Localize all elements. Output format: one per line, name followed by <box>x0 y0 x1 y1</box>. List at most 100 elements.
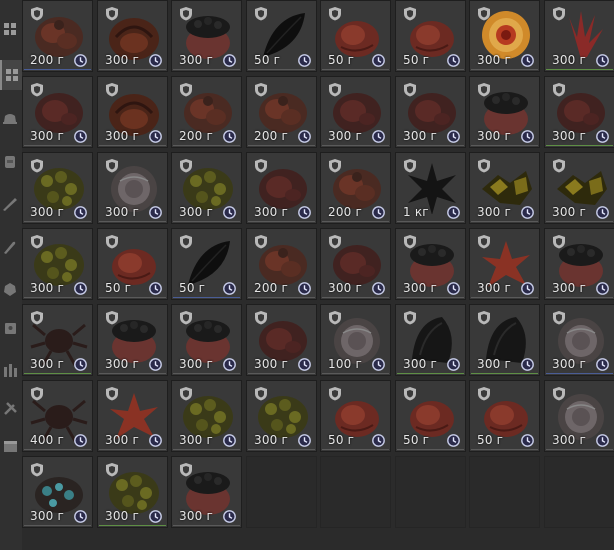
inventory-item[interactable]: 300 г <box>469 152 540 224</box>
rarity-line <box>24 297 91 298</box>
inventory-item[interactable]: 100 г <box>320 304 391 376</box>
inventory-item[interactable]: 300 г <box>320 76 391 148</box>
empty-slot[interactable] <box>544 456 614 528</box>
inventory-item[interactable]: 200 г <box>22 0 93 72</box>
inventory-item[interactable]: 300 г <box>544 0 614 72</box>
inventory-item[interactable]: 300 г <box>97 304 168 376</box>
inventory-item[interactable]: 200 г <box>246 228 317 300</box>
sidebar-category-4[interactable] <box>0 146 20 176</box>
rarity-line <box>546 221 613 222</box>
inventory-item[interactable]: 300 г <box>469 304 540 376</box>
shield-icon <box>329 235 341 249</box>
inventory-item[interactable]: 400 г <box>22 380 93 452</box>
backpack-icon <box>5 156 15 168</box>
sidebar-category-6[interactable] <box>0 232 20 262</box>
inventory-item[interactable]: 300 г <box>171 456 242 528</box>
item-weight: 300 г <box>477 281 512 295</box>
inventory-item[interactable]: 300 г <box>544 152 614 224</box>
sidebar-category-9[interactable] <box>0 355 20 385</box>
inventory-item[interactable]: 200 г <box>246 76 317 148</box>
inventory-item[interactable]: 300 г <box>469 0 540 72</box>
rarity-line <box>248 297 315 298</box>
inventory-item[interactable]: 300 г <box>246 380 317 452</box>
inventory-item[interactable]: 300 г <box>22 228 93 300</box>
inventory-item[interactable]: 50 г <box>395 380 466 452</box>
sidebar-category-2[interactable] <box>0 60 22 90</box>
inventory-item[interactable]: 300 г <box>544 76 614 148</box>
inventory-item[interactable]: 300 г <box>395 228 466 300</box>
inventory-item[interactable]: 300 г <box>395 304 466 376</box>
clock-icon <box>74 54 87 67</box>
clock-icon <box>521 206 534 219</box>
shield-icon <box>478 83 490 97</box>
rarity-line <box>24 525 91 526</box>
inventory-item[interactable]: 300 г <box>246 304 317 376</box>
sidebar-category-8[interactable] <box>0 312 20 342</box>
inventory-item[interactable]: 50 г <box>395 0 466 72</box>
inventory-item[interactable]: 300 г <box>97 152 168 224</box>
inventory-item[interactable]: 300 г <box>97 380 168 452</box>
rarity-line <box>24 373 91 374</box>
clock-icon <box>149 434 162 447</box>
inventory-item[interactable]: 300 г <box>469 76 540 148</box>
inventory-item[interactable]: 300 г <box>395 76 466 148</box>
inventory-item[interactable]: 300 г <box>246 152 317 224</box>
shield-icon <box>329 7 341 21</box>
rarity-line <box>397 69 464 70</box>
inventory-item[interactable]: 50 г <box>320 0 391 72</box>
shield-icon <box>106 311 118 325</box>
inventory-item[interactable]: 300 г <box>97 0 168 72</box>
inventory-item[interactable]: 300 г <box>97 456 168 528</box>
clock-icon <box>74 130 87 143</box>
rarity-line <box>397 145 464 146</box>
rarity-line <box>322 297 389 298</box>
sidebar-category-5[interactable] <box>0 189 20 219</box>
inventory-item[interactable]: 300 г <box>22 304 93 376</box>
item-weight: 300 г <box>552 53 587 67</box>
inventory-item[interactable]: 50 г <box>171 228 242 300</box>
inventory-item[interactable]: 300 г <box>22 456 93 528</box>
sidebar-category-7[interactable] <box>0 274 20 304</box>
inventory-item[interactable]: 200 г <box>320 152 391 224</box>
inventory-item[interactable]: 300 г <box>544 228 614 300</box>
clock-icon <box>149 54 162 67</box>
empty-slot[interactable] <box>395 456 466 528</box>
empty-slot[interactable] <box>469 456 540 528</box>
empty-slot[interactable] <box>246 456 317 528</box>
inventory-item[interactable]: 300 г <box>544 304 614 376</box>
clock-icon <box>223 130 236 143</box>
clock-icon <box>521 282 534 295</box>
inventory-item[interactable]: 300 г <box>469 228 540 300</box>
clock-icon <box>74 510 87 523</box>
item-weight: 50 г <box>105 281 132 295</box>
inventory-item[interactable]: 1 кг <box>395 152 466 224</box>
inventory-item[interactable]: 300 г <box>171 380 242 452</box>
clock-icon <box>298 130 311 143</box>
inventory-item[interactable]: 300 г <box>320 228 391 300</box>
inventory-item[interactable]: 300 г <box>22 76 93 148</box>
sidebar-category-11[interactable] <box>0 430 20 460</box>
item-weight: 300 г <box>179 53 214 67</box>
sidebar-category-1[interactable] <box>0 14 20 44</box>
inventory-item[interactable]: 300 г <box>171 152 242 224</box>
rarity-line <box>173 297 240 298</box>
sidebar-category-3[interactable] <box>0 103 20 133</box>
empty-slot[interactable] <box>320 456 391 528</box>
inventory-item[interactable]: 300 г <box>22 152 93 224</box>
shield-icon <box>404 235 416 249</box>
inventory-item[interactable]: 200 г <box>171 76 242 148</box>
inventory-item[interactable]: 50 г <box>320 380 391 452</box>
bottles-icon <box>4 364 17 377</box>
inventory-item[interactable]: 300 г <box>544 380 614 452</box>
clock-icon <box>596 54 609 67</box>
inventory-item[interactable]: 50 г <box>246 0 317 72</box>
sidebar-category-10[interactable] <box>0 393 20 423</box>
inventory-item[interactable]: 50 г <box>97 228 168 300</box>
inventory-item[interactable]: 300 г <box>171 304 242 376</box>
shield-icon <box>478 387 490 401</box>
inventory-item[interactable]: 300 г <box>97 76 168 148</box>
inventory-item[interactable]: 50 г <box>469 380 540 452</box>
rarity-line <box>248 145 315 146</box>
shield-icon <box>180 159 192 173</box>
inventory-item[interactable]: 300 г <box>171 0 242 72</box>
